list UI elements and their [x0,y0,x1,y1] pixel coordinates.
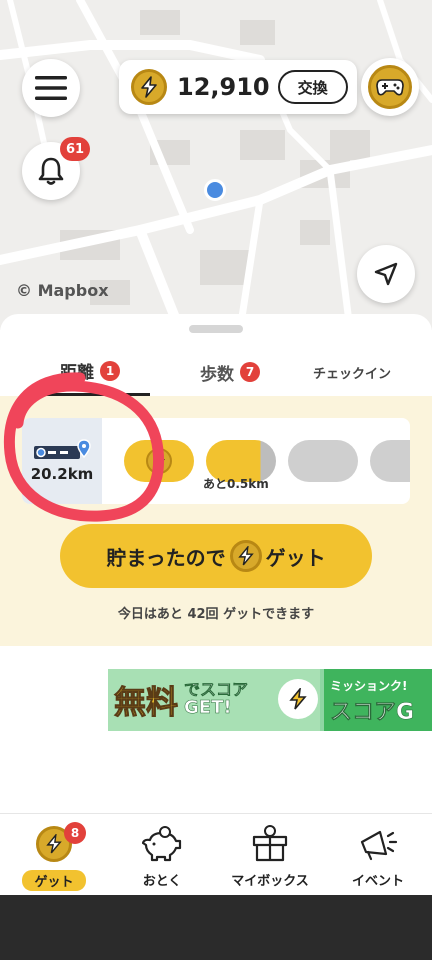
sheet-drag-handle[interactable] [189,325,243,333]
banner-score-text: でスコア GET! [184,681,249,718]
nav-get[interactable]: 8 ゲット [0,822,108,894]
game-button[interactable] [361,58,419,116]
banner-mission: ミッションク! スコアG [324,669,432,731]
coin-bolt-icon [229,540,262,572]
nav-event-label: イベント [351,874,404,889]
hamburger-icon [35,76,67,100]
banner-score-bottom: GET! [184,696,232,718]
hand-drawn-circle-annotation [3,372,165,522]
nav-get-badge: 8 [64,822,86,844]
user-location-dot [204,179,226,201]
nav-otoku-label: おとく [142,874,182,889]
navigation-arrow-icon [374,262,398,286]
coin-bolt-icon [131,69,167,105]
notification-count-badge: 61 [60,137,90,161]
get-button-label-before: 貯まったので [106,545,226,570]
nav-event[interactable]: イベント [324,824,432,894]
progress-step-3 [288,440,358,482]
map-view[interactable]: © Mapbox 61 12,910 交換 [0,0,432,330]
coin-balance-pill: 12,910 交換 [119,60,357,114]
banner-free-score: 無料 でスコア GET! [108,669,320,731]
locate-me-button[interactable] [357,245,415,303]
nav-get-label: ゲット [22,870,86,891]
system-navigation-bar [0,895,432,960]
coin-amount: 12,910 [177,73,270,101]
get-button-label-after: ゲット [265,545,326,570]
banner-free-text: 無料 [113,683,179,722]
piggy-bank-icon [142,824,182,864]
tab-steps-badge: 7 [240,362,260,382]
remaining-distance-label: あと0.5km [203,477,269,491]
tab-steps[interactable]: 歩数 7 [170,348,290,396]
progress-step-4 [370,440,410,482]
map-credit: © Mapbox [16,281,109,300]
banner-bolt-icon [278,679,318,719]
gift-box-icon [250,824,290,864]
nav-mybox[interactable]: マイボックス [216,824,324,894]
exchange-button[interactable]: 交換 [277,70,348,104]
bell-icon [38,157,64,185]
banner-mission-bottom: スコアG [330,700,415,726]
megaphone-icon [358,824,398,864]
nav-mybox-label: マイボックス [231,874,309,889]
tab-steps-label: 歩数 [200,364,234,385]
gamepad-icon [368,65,412,109]
banner-mission-top: ミッションク! [330,679,408,693]
menu-button[interactable] [22,59,80,117]
bottom-navigation: 8 ゲット おとく マイボックス イベント [0,813,432,895]
promo-banner[interactable]: 無料 でスコア GET! ミッションク! スコアG [108,669,432,731]
remaining-gets-note: 今日はあと 42回 ゲットできます [117,607,315,622]
tab-checkin[interactable]: チェックイン [292,348,412,396]
nav-otoku[interactable]: おとく [108,824,216,894]
tab-checkin-label: チェックイン [312,366,391,382]
get-coins-button[interactable]: 貯まったので ゲット [60,524,372,588]
